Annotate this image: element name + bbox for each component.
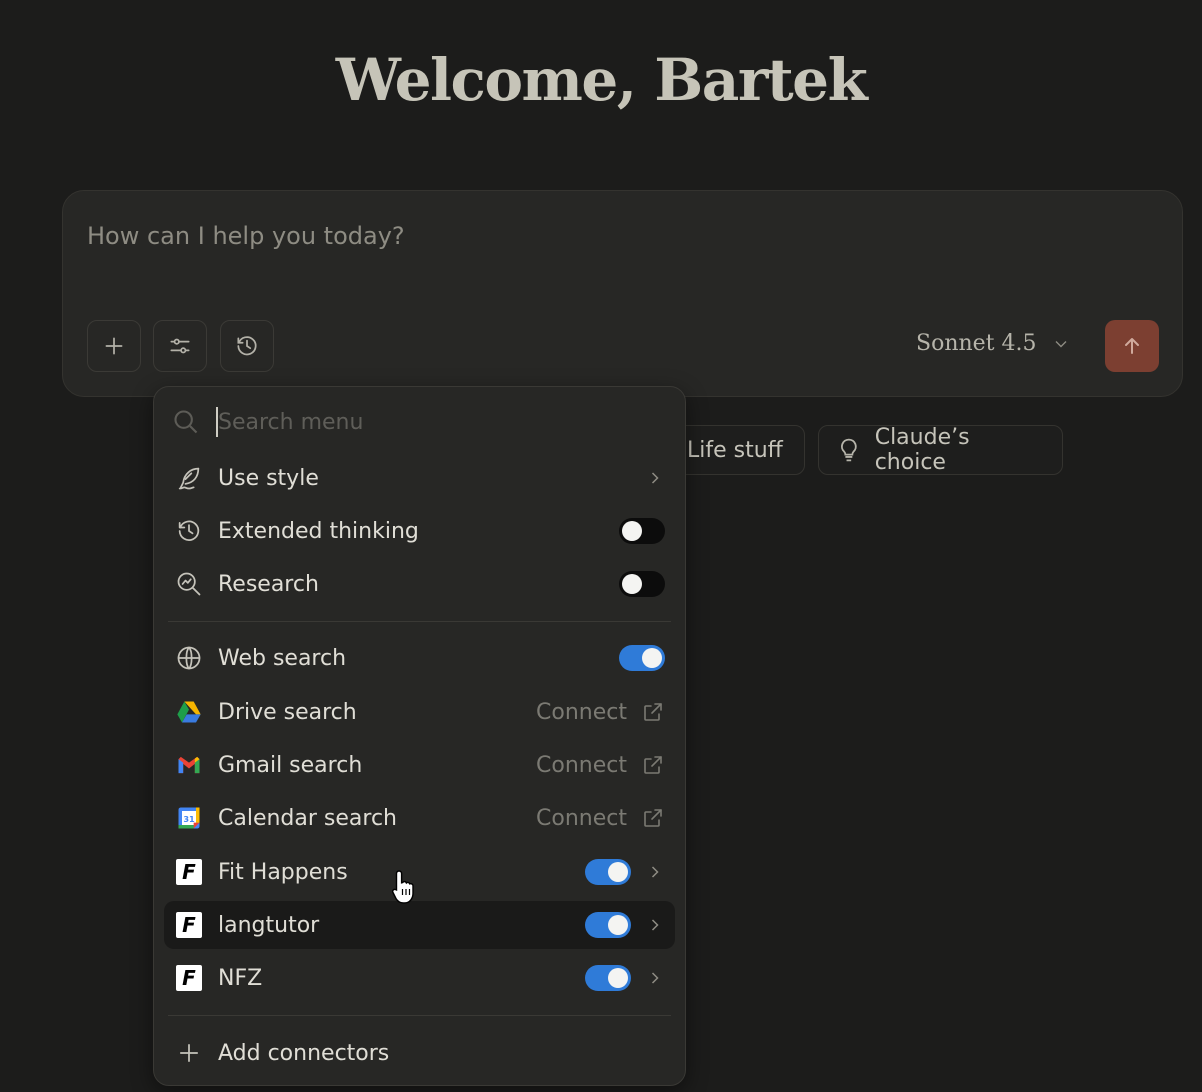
- chevron-right-icon[interactable]: [645, 915, 665, 935]
- sliders-icon: [170, 338, 190, 354]
- chevron-right-icon: [651, 472, 659, 484]
- chevron-right-icon[interactable]: [645, 862, 665, 882]
- extended-thinking-button[interactable]: [220, 320, 274, 372]
- menu-item-drive-search[interactable]: Drive search Connect: [164, 688, 675, 736]
- menu-item-nfz[interactable]: F NFZ: [164, 954, 675, 1002]
- tools-button[interactable]: [153, 320, 207, 372]
- chip-label: Life stuff: [687, 437, 783, 463]
- svg-text:31: 31: [183, 814, 195, 824]
- menu-search-input[interactable]: [216, 407, 596, 437]
- chip-label: Claude’s choice: [874, 425, 970, 475]
- chip-life-stuff[interactable]: Life stuff: [670, 425, 805, 475]
- claude-home: Welcome, Bartek How can I help you today…: [0, 0, 1202, 1092]
- extended-thinking-toggle[interactable]: [619, 518, 665, 544]
- menu-item-label: Use style: [218, 465, 319, 491]
- globe-icon: [177, 646, 201, 670]
- gmail-icon: [178, 756, 200, 774]
- menu-item-label: Extended thinking: [218, 518, 419, 544]
- web-search-toggle[interactable]: [619, 645, 665, 671]
- research-toggle[interactable]: [619, 571, 665, 597]
- clock-icon: [178, 520, 200, 541]
- chip-claudes-choice[interactable]: Claude’s choice: [818, 425, 1063, 475]
- menu-item-extended-thinking[interactable]: Extended thinking: [164, 507, 675, 555]
- research-icon: [177, 572, 201, 596]
- add-connectors-button[interactable]: Add connectors: [164, 1029, 675, 1077]
- feather-icon: [178, 467, 200, 490]
- menu-item-use-style[interactable]: Use style: [164, 454, 675, 502]
- f-logo-icon: F: [176, 965, 202, 991]
- composer: How can I help you today? Sonnet 4.5: [62, 190, 1183, 397]
- menu-item-gmail-search[interactable]: Gmail search Connect: [164, 741, 675, 789]
- menu-item-label: NFZ: [218, 965, 263, 991]
- menu-item-label: Web search: [218, 645, 347, 671]
- connect-link[interactable]: Connect: [536, 700, 627, 725]
- prompt-input[interactable]: How can I help you today?: [87, 222, 405, 250]
- menu-item-label: Calendar search: [218, 805, 397, 831]
- menu-item-label: Drive search: [218, 699, 357, 725]
- menu-divider: [168, 1015, 671, 1016]
- add-button[interactable]: [87, 320, 141, 372]
- menu-item-label: Gmail search: [218, 752, 363, 778]
- f-logo-icon: F: [176, 912, 202, 938]
- nfz-toggle[interactable]: [585, 965, 631, 991]
- tools-menu: Use style Extended thinking Research Web…: [153, 386, 686, 1086]
- chevron-right-icon[interactable]: [645, 968, 665, 988]
- welcome-title: Welcome, Bartek: [335, 46, 868, 114]
- external-link-icon: [644, 809, 662, 827]
- menu-item-langtutor[interactable]: F langtutor: [164, 901, 675, 949]
- connect-link[interactable]: Connect: [536, 753, 627, 778]
- lightbulb-icon: [840, 438, 857, 462]
- plus-icon: [105, 337, 123, 355]
- menu-item-research[interactable]: Research: [164, 560, 675, 608]
- chevron-down-icon: [1055, 340, 1066, 347]
- connect-link[interactable]: Connect: [536, 806, 627, 831]
- fit-happens-toggle[interactable]: [585, 859, 631, 885]
- arrow-up-icon: [1125, 338, 1139, 354]
- send-button[interactable]: [1105, 320, 1159, 372]
- google-calendar-icon: 31: [178, 807, 200, 829]
- model-selector[interactable]: Sonnet 4.5: [916, 331, 1071, 356]
- menu-divider: [168, 621, 671, 622]
- f-logo-icon: F: [176, 859, 202, 885]
- plus-icon: [179, 1043, 199, 1063]
- menu-item-web-search[interactable]: Web search: [164, 634, 675, 682]
- clock-icon: [237, 336, 257, 356]
- external-link-icon: [644, 756, 662, 774]
- search-icon: [174, 410, 198, 434]
- menu-item-label: Research: [218, 571, 319, 597]
- menu-item-calendar-search[interactable]: 31 Calendar search Connect: [164, 794, 675, 842]
- menu-search: [172, 407, 596, 437]
- add-connectors-label: Add connectors: [218, 1040, 390, 1066]
- google-drive-icon: [177, 701, 201, 723]
- model-name: Sonnet 4.5: [916, 331, 1037, 356]
- menu-item-label: Fit Happens: [218, 859, 348, 885]
- external-link-icon: [644, 703, 662, 721]
- langtutor-toggle[interactable]: [585, 912, 631, 938]
- hand-cursor-icon: [391, 870, 414, 904]
- menu-item-label: langtutor: [218, 912, 320, 938]
